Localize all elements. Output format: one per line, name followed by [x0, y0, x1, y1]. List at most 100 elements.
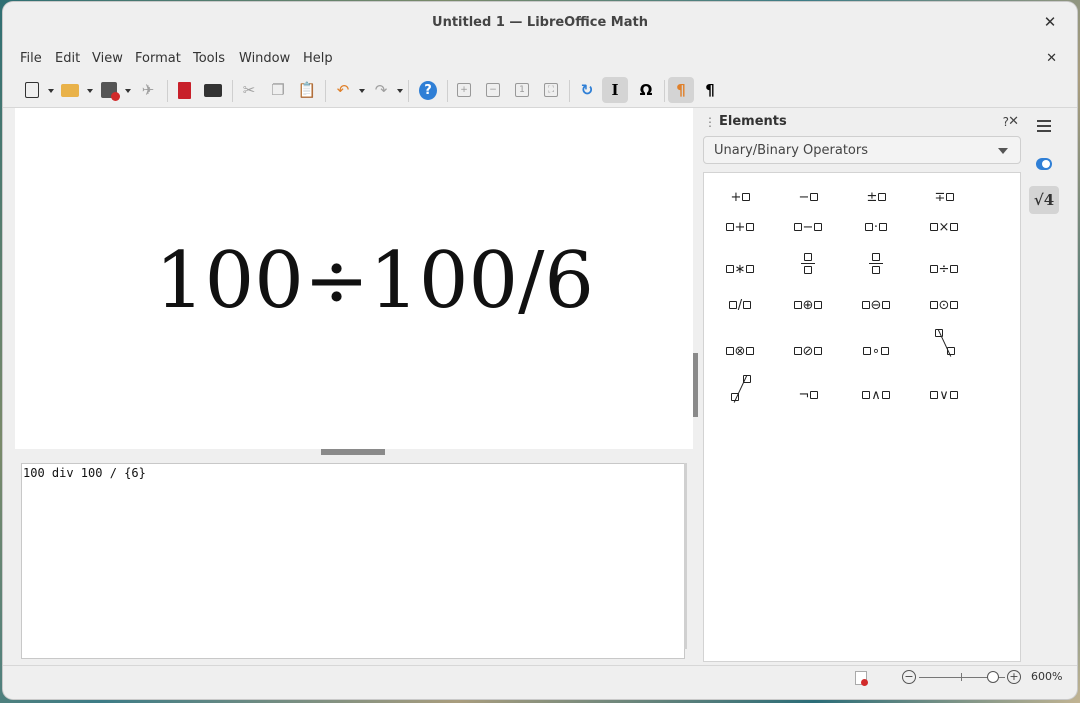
sidebar-elements-button[interactable]: √4 — [1029, 186, 1059, 214]
undo-dropdown-icon[interactable] — [359, 89, 365, 93]
zoom-out-button[interactable]: − — [480, 77, 506, 103]
elements-dock-icon: ¶ — [676, 81, 686, 99]
redo-dropdown-icon[interactable] — [397, 89, 403, 93]
hamburger-icon — [1037, 125, 1051, 127]
export-pdf-icon — [175, 81, 193, 99]
help-button[interactable]: ? — [415, 77, 441, 103]
sidebar-menu-button[interactable] — [1029, 112, 1059, 140]
symbols-button[interactable]: Ω — [633, 77, 659, 103]
menu-edit[interactable]: Edit — [55, 51, 80, 66]
element-slash[interactable]: / — [710, 289, 770, 321]
element-category-select[interactable]: Unary/Binary Operators — [703, 136, 1021, 164]
zoom-in-status-button[interactable]: + — [1007, 670, 1021, 684]
zoom-out-status-button[interactable]: − — [902, 670, 916, 684]
splitter-handle[interactable] — [321, 449, 385, 455]
elements-panel: ⋮ Elements ? ✕ Unary/Binary Operators + … — [701, 108, 1023, 662]
element-circled-dot[interactable]: ⊙ — [914, 289, 974, 321]
new-button[interactable] — [19, 77, 45, 103]
element-division[interactable]: ÷ — [914, 253, 974, 285]
panel-collapse-handle[interactable] — [693, 353, 698, 417]
new-formula-icon — [23, 81, 41, 99]
menu-view[interactable]: View — [92, 51, 123, 66]
open-dropdown-icon[interactable] — [87, 89, 93, 93]
update-button[interactable]: ↻ — [574, 77, 600, 103]
zoom-slider-knob[interactable] — [987, 671, 999, 683]
cut-button[interactable]: ✂ — [236, 77, 262, 103]
zoom-fit-icon: ⛶ — [542, 81, 560, 99]
element-unary-minus[interactable]: − — [778, 181, 838, 213]
formula-view[interactable]: 100÷100/6 — [15, 108, 693, 449]
element-plus-minus[interactable]: ± — [846, 181, 906, 213]
new-dropdown-icon[interactable] — [48, 89, 54, 93]
element-addition[interactable]: + — [710, 211, 770, 243]
command-scrollbar[interactable] — [684, 463, 687, 649]
window-title: Untitled 1 — LibreOffice Math — [432, 15, 648, 30]
elements-dock-button[interactable]: ¶ — [668, 77, 694, 103]
vertical-splitter — [693, 108, 701, 662]
rendered-formula: 100÷100/6 — [155, 236, 595, 326]
element-multiplication-x[interactable]: × — [914, 211, 974, 243]
element-circled-slash[interactable]: ⊘ — [778, 335, 838, 367]
element-multiplication-dot[interactable]: · — [846, 211, 906, 243]
element-circled-times[interactable]: ⊗ — [710, 335, 770, 367]
zoom-percentage[interactable]: 600% — [1031, 670, 1062, 683]
elements-grid: + − ± ∓ + − · × ∗ ÷ / ⊕ ⊖ ⊙ ⊗ ⊘ ∘ ¬ ∧ ∨ — [703, 172, 1021, 662]
sidebar-properties-button[interactable] — [1029, 150, 1059, 178]
paste-icon: 📋 — [297, 81, 317, 99]
element-boolean-not[interactable]: ¬ — [778, 379, 838, 411]
zoom-fit-button[interactable]: ⛶ — [538, 77, 564, 103]
window-close-button[interactable]: ✕ — [1043, 15, 1057, 30]
element-subtraction[interactable]: − — [778, 211, 838, 243]
print-button[interactable] — [200, 77, 226, 103]
element-fraction-large[interactable] — [846, 243, 906, 283]
menu-help[interactable]: Help — [303, 51, 333, 66]
menu-bar: File Edit View Format Tools Window Help — [3, 46, 1077, 72]
title-bar: Untitled 1 — LibreOffice Math ✕ — [3, 2, 1077, 46]
send-button[interactable]: ✈ — [135, 77, 161, 103]
toolbar-separator — [408, 80, 409, 102]
import-mathml-icon: ¶ — [705, 81, 715, 99]
element-boolean-or[interactable]: ∨ — [914, 379, 974, 411]
menu-format[interactable]: Format — [135, 51, 181, 66]
element-wide-slash[interactable] — [914, 323, 974, 363]
element-boolean-and[interactable]: ∧ — [846, 379, 906, 411]
export-pdf-button[interactable] — [171, 77, 197, 103]
send-icon: ✈ — [141, 81, 155, 99]
formula-cursor-button[interactable]: I — [602, 77, 628, 103]
menu-window[interactable]: Window — [239, 51, 290, 66]
document-modified-icon[interactable] — [855, 671, 868, 686]
formula-command-input[interactable]: 100 div 100 / {6} — [21, 463, 685, 659]
import-mathml-button[interactable]: ¶ — [697, 77, 723, 103]
show-all-button[interactable]: 1 — [509, 77, 535, 103]
commands-pane: 100 div 100 / {6} — [15, 457, 693, 662]
formula-elements-icon: √4 — [1033, 191, 1055, 209]
element-circled-minus[interactable]: ⊖ — [846, 289, 906, 321]
save-button[interactable] — [96, 77, 122, 103]
save-dropdown-icon[interactable] — [125, 89, 131, 93]
element-unary-plus[interactable]: + — [710, 181, 770, 213]
element-minus-plus[interactable]: ∓ — [914, 181, 974, 213]
print-icon — [204, 81, 222, 99]
properties-icon — [1036, 158, 1052, 170]
element-wide-backslash[interactable] — [710, 369, 770, 409]
panel-close-button[interactable]: ✕ — [1008, 114, 1019, 129]
open-folder-icon — [61, 81, 79, 99]
panel-grip-icon[interactable]: ⋮ — [704, 115, 716, 129]
toolbar-separator — [664, 80, 665, 102]
element-concatenate[interactable]: ∘ — [846, 335, 906, 367]
open-button[interactable] — [57, 77, 83, 103]
undo-button[interactable]: ↶ — [330, 77, 356, 103]
copy-button[interactable]: ❐ — [265, 77, 291, 103]
element-fraction[interactable] — [778, 243, 838, 283]
sidebar-deck: √4 — [1023, 108, 1077, 662]
menu-tools[interactable]: Tools — [193, 51, 225, 66]
zoom-in-button[interactable]: + — [451, 77, 477, 103]
close-document-button[interactable]: ✕ — [1046, 51, 1057, 66]
undo-icon: ↶ — [336, 81, 350, 99]
element-circled-plus[interactable]: ⊕ — [778, 289, 838, 321]
paste-button[interactable]: 📋 — [294, 77, 320, 103]
menu-file[interactable]: File — [20, 51, 42, 66]
element-multiplication-asterisk[interactable]: ∗ — [710, 253, 770, 285]
redo-button[interactable]: ↷ — [368, 77, 394, 103]
symbols-icon: Ω — [639, 81, 653, 99]
